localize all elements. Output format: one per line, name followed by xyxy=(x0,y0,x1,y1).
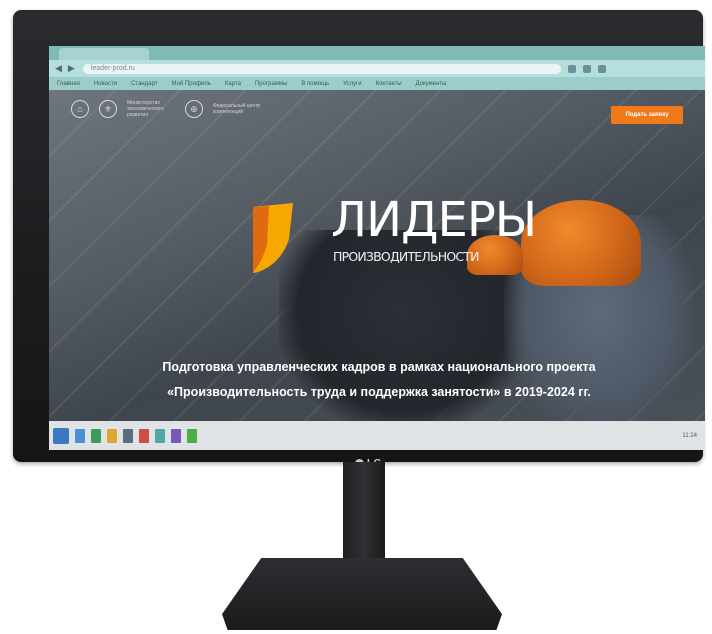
bookmark-item[interactable]: Мой Профиль xyxy=(172,81,211,87)
extension-icon[interactable] xyxy=(567,64,576,73)
monitor-stand-base xyxy=(222,558,502,630)
partner-emblem-icon: ⊕ xyxy=(185,100,203,118)
taskbar-app-icon[interactable] xyxy=(75,428,85,443)
taskbar-app-icon[interactable] xyxy=(139,428,149,443)
brand-flag-icon xyxy=(253,203,293,273)
os-taskbar: 11:24 xyxy=(49,421,705,450)
monitor-screen: ◀ ▶ leader-prod.ru Главная Новости Станд… xyxy=(49,46,705,450)
tagline-line: Подготовка управленческих кадров в рамка… xyxy=(162,360,596,374)
brand-lockup: ЛИДЕРЫ ПРОИЗВОДИТЕЛЬНОСТИ xyxy=(249,192,537,275)
brand-title: ЛИДЕРЫ xyxy=(331,192,537,248)
bookmark-star-icon[interactable] xyxy=(582,64,591,73)
apply-button[interactable]: Подать заявку xyxy=(611,106,683,124)
monitor-bezel: ◀ ▶ leader-prod.ru Главная Новости Станд… xyxy=(13,10,705,469)
hero-banner: ⌂ ⚜ Министерство экономического развития… xyxy=(49,90,705,421)
taskbar-app-icon[interactable] xyxy=(91,428,101,443)
bookmarks-bar: Главная Новости Стандарт Мой Профиль Кар… xyxy=(49,77,705,90)
bookmark-item[interactable]: Главная xyxy=(57,81,80,87)
browser-tab[interactable] xyxy=(59,48,149,60)
taskbar-app-icon[interactable] xyxy=(171,428,181,443)
brand-subtitle: ПРОИЗВОДИТЕЛЬНОСТИ xyxy=(333,249,480,264)
bookmark-item[interactable]: В помощь xyxy=(301,81,329,87)
taskbar-app-icon[interactable] xyxy=(123,428,133,443)
browser-tab-strip xyxy=(49,46,705,60)
site-logo-icon[interactable]: ⌂ xyxy=(71,100,89,118)
bookmark-item[interactable]: Программы xyxy=(255,81,287,87)
partner-caption: Министерство экономического развития xyxy=(127,100,164,118)
taskbar-app-icon[interactable] xyxy=(187,428,197,443)
taskbar-app-icon[interactable] xyxy=(107,428,117,443)
monitor-stand-neck xyxy=(343,462,385,567)
back-icon[interactable]: ◀ xyxy=(55,63,62,74)
start-menu-icon[interactable] xyxy=(53,427,69,444)
bookmark-item[interactable]: Документы xyxy=(416,81,447,87)
menu-icon[interactable] xyxy=(597,64,606,73)
bookmark-item[interactable]: Новости xyxy=(94,81,117,87)
tagline-line: «Производительность труда и поддержка за… xyxy=(167,385,591,399)
partner-logos: ⌂ ⚜ Министерство экономического развития… xyxy=(71,100,261,118)
browser-toolbar: ◀ ▶ leader-prod.ru xyxy=(49,60,705,77)
partner-caption: Федеральный центр компетенций xyxy=(213,103,261,115)
system-clock[interactable]: 11:24 xyxy=(682,433,697,439)
hero-tagline: Подготовка управленческих кадров в рамка… xyxy=(119,355,639,405)
bookmark-item[interactable]: Контакты xyxy=(376,81,402,87)
forward-icon[interactable]: ▶ xyxy=(68,63,75,74)
taskbar-app-icon[interactable] xyxy=(155,428,165,443)
coat-of-arms-icon: ⚜ xyxy=(99,100,117,118)
address-bar[interactable]: leader-prod.ru xyxy=(82,63,561,74)
bookmark-item[interactable]: Услуги xyxy=(343,81,361,87)
bookmark-item[interactable]: Карта xyxy=(225,81,241,87)
bookmark-item[interactable]: Стандарт xyxy=(131,81,157,87)
hard-hat-image xyxy=(521,200,641,286)
